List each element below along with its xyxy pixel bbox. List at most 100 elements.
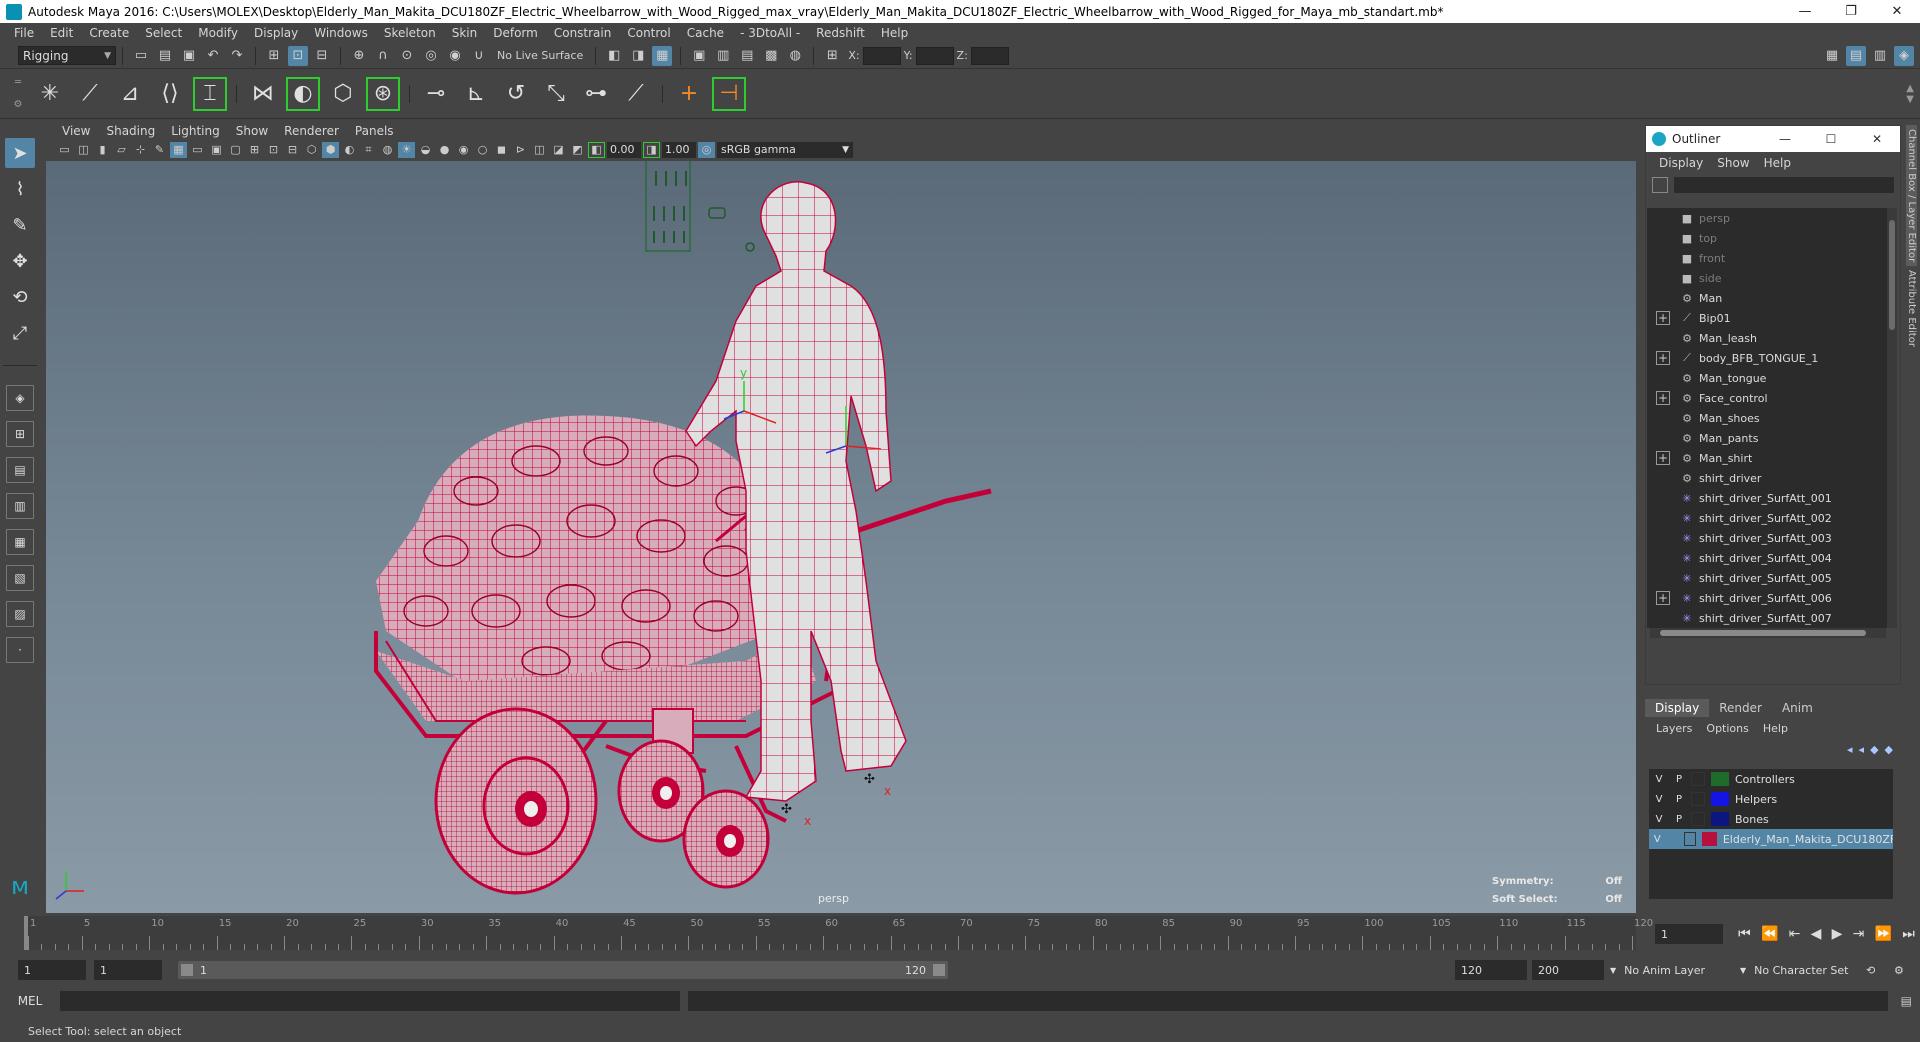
set-driven-key-icon[interactable]: ⊣ — [712, 76, 746, 111]
menu-select[interactable]: Select — [137, 26, 190, 40]
play-backwards-icon[interactable]: ◀ — [1811, 926, 1822, 942]
grease-pencil-icon[interactable]: ✎ — [151, 142, 168, 158]
construction-history-icon[interactable]: ▦ — [652, 45, 673, 66]
xray-icon[interactable]: ◫ — [531, 142, 548, 158]
menu-deform[interactable]: Deform — [485, 26, 546, 40]
wireframe-on-shaded-icon[interactable]: ⌗ — [360, 142, 377, 158]
new-scene-icon[interactable]: ▭ — [131, 46, 151, 66]
outliner-item[interactable]: ⚙ Man — [1647, 288, 1887, 308]
scale-constraint-icon[interactable]: ⤡ — [539, 77, 573, 111]
menu-redshift[interactable]: Redshift — [808, 26, 873, 40]
camera-attributes-icon[interactable]: ◫ — [75, 142, 92, 158]
playback-start-field[interactable]: 1 — [94, 960, 162, 980]
add-attribute-icon[interactable]: + — [672, 77, 706, 111]
move-layer-up-icon[interactable]: ◂ — [1847, 743, 1853, 756]
menuset-dropdown[interactable]: Rigging ▼ — [18, 46, 116, 65]
select-object-icon[interactable]: ⊡ — [288, 45, 308, 66]
play-forwards-icon[interactable]: ▶ — [1832, 926, 1843, 942]
live-surface-label[interactable]: No Live Surface — [497, 49, 583, 62]
isolate-select-icon[interactable]: ⊳ — [512, 142, 529, 158]
layer-menu-layers[interactable]: Layers — [1649, 722, 1699, 735]
animation-end-field[interactable]: 200 — [1532, 960, 1604, 980]
minimize-button[interactable]: — — [1782, 0, 1828, 23]
outliner-item[interactable]: + ⟋ body_BFB_TONGUE_1 — [1647, 348, 1887, 368]
go-to-start-icon[interactable]: ⏮ — [1738, 926, 1751, 942]
panel-menu-panels[interactable]: Panels — [347, 124, 402, 138]
layer-visibility-toggle[interactable]: V — [1649, 794, 1669, 805]
outliner-close-button[interactable]: ✕ — [1854, 132, 1900, 146]
new-layer-selected-icon[interactable]: ◆ — [1885, 743, 1893, 756]
cluster-icon[interactable]: ⊛ — [366, 76, 400, 111]
multisample-aa-icon[interactable]: ○ — [474, 142, 491, 158]
outliner-item[interactable]: ✳ shirt_driver_SurfAtt_004 — [1647, 548, 1887, 568]
panel-menu-lighting[interactable]: Lighting — [163, 124, 228, 138]
z-field[interactable] — [970, 46, 1009, 65]
exposure-icon[interactable]: ◧ — [588, 141, 605, 158]
rotate-tool-icon[interactable]: ⟲ — [5, 282, 35, 312]
outliner-search-input[interactable] — [1674, 177, 1894, 193]
layer-color-swatch[interactable] — [1711, 772, 1729, 786]
lasso-tool-icon[interactable]: ⌇ — [5, 174, 35, 204]
resolution-gate-icon[interactable]: ▣ — [208, 142, 225, 158]
outliner-item[interactable]: ✳ shirt_driver_SurfAtt_002 — [1647, 508, 1887, 528]
panel-menu-shading[interactable]: Shading — [98, 124, 163, 138]
scrollbar-thumb[interactable] — [1889, 220, 1895, 330]
outliner-item[interactable]: ⚙ shirt_driver — [1647, 468, 1887, 488]
use-all-lights-icon[interactable]: ☀ — [398, 141, 415, 158]
render-settings-icon[interactable]: ▩ — [761, 46, 781, 66]
bind-skin-icon[interactable]: ⋈ — [246, 77, 280, 111]
textured-icon[interactable]: ◍ — [379, 142, 396, 158]
field-chart-icon[interactable]: ⊞ — [246, 142, 263, 158]
safe-action-icon[interactable]: ⊡ — [265, 142, 282, 158]
outliner-menu-show[interactable]: Show — [1710, 156, 1756, 170]
create-locator-icon[interactable]: ✳ — [33, 77, 67, 111]
filter-icon[interactable] — [1652, 177, 1668, 193]
hypershade-layout-icon[interactable]: ▦ — [6, 529, 34, 555]
layer-display-type-toggle[interactable] — [1691, 812, 1705, 826]
step-forward-frame-icon[interactable]: ⏩ — [1875, 926, 1892, 942]
menu-edit[interactable]: Edit — [42, 26, 81, 40]
layer-display-type-toggle[interactable] — [1684, 832, 1696, 846]
menu-constrain[interactable]: Constrain — [546, 26, 620, 40]
expand-icon[interactable]: + — [1656, 451, 1670, 465]
layer-color-swatch[interactable] — [1711, 792, 1729, 806]
command-input[interactable] — [60, 991, 680, 1011]
outliner-item[interactable]: ⚙ Man_tongue — [1647, 368, 1887, 388]
lattice-icon[interactable]: ⬡ — [326, 77, 360, 111]
outliner-item[interactable]: ⚙ Man_leash — [1647, 328, 1887, 348]
hypershade-icon[interactable]: ◍ — [785, 46, 805, 66]
create-joint-icon[interactable]: ⟋ — [73, 77, 107, 111]
persp-outliner-icon[interactable]: ▤ — [6, 457, 34, 483]
transform-input-icon[interactable]: ⊞ — [822, 46, 842, 66]
channel-box-toggle-icon[interactable]: ▤ — [1846, 45, 1866, 66]
time-slider[interactable]: 1 5 10 15 20 25 30 35 40 45 50 55 60 65 70 75 80 85 90 95 10… — [24, 916, 1653, 950]
channel-box-tab[interactable]: Channel Box / Layer Editor — [1906, 125, 1917, 267]
new-layer-icon[interactable]: ◆ — [1870, 743, 1878, 756]
gamma-field[interactable]: 1.00 — [662, 141, 696, 158]
3d-viewport[interactable]: y x x ✣ ✣ persp Symmetry: Off Soft Selec… — [46, 161, 1636, 913]
expand-icon[interactable]: + — [1656, 591, 1670, 605]
smooth-shade-icon[interactable]: ⬢ — [322, 141, 339, 158]
menu-modify[interactable]: Modify — [190, 26, 246, 40]
menu-file[interactable]: File — [6, 26, 42, 40]
step-forward-key-icon[interactable]: ⇥ — [1853, 926, 1865, 942]
outliner-vertical-scrollbar[interactable] — [1887, 208, 1897, 628]
screen-space-ao-icon[interactable]: ● — [436, 142, 453, 158]
move-layer-down-icon[interactable]: ◂ — [1859, 743, 1865, 756]
shelf-scroll[interactable]: ▲ ▼ — [1906, 83, 1914, 105]
select-tool-icon[interactable]: ➤ — [5, 138, 35, 168]
menu-help[interactable]: Help — [873, 26, 916, 40]
render-current-icon[interactable]: ▥ — [713, 46, 733, 66]
go-to-end-icon[interactable]: ⏭ — [1902, 926, 1915, 942]
layer-row[interactable]: V P Bones — [1649, 809, 1893, 829]
pole-vector-icon[interactable]: ⟋ — [619, 77, 653, 111]
outliner-item[interactable]: ■ top — [1647, 228, 1887, 248]
attribute-editor-toggle-icon[interactable]: ◈ — [1894, 45, 1914, 66]
step-back-key-icon[interactable]: ⇤ — [1789, 926, 1801, 942]
range-slider[interactable]: 1 120 — [178, 961, 948, 979]
layer-playback-toggle[interactable]: P — [1669, 774, 1689, 785]
layer-display-type-toggle[interactable] — [1691, 792, 1705, 806]
range-end-handle[interactable] — [933, 964, 945, 976]
menu-cache[interactable]: Cache — [679, 26, 732, 40]
save-scene-icon[interactable]: ▣ — [179, 46, 199, 66]
